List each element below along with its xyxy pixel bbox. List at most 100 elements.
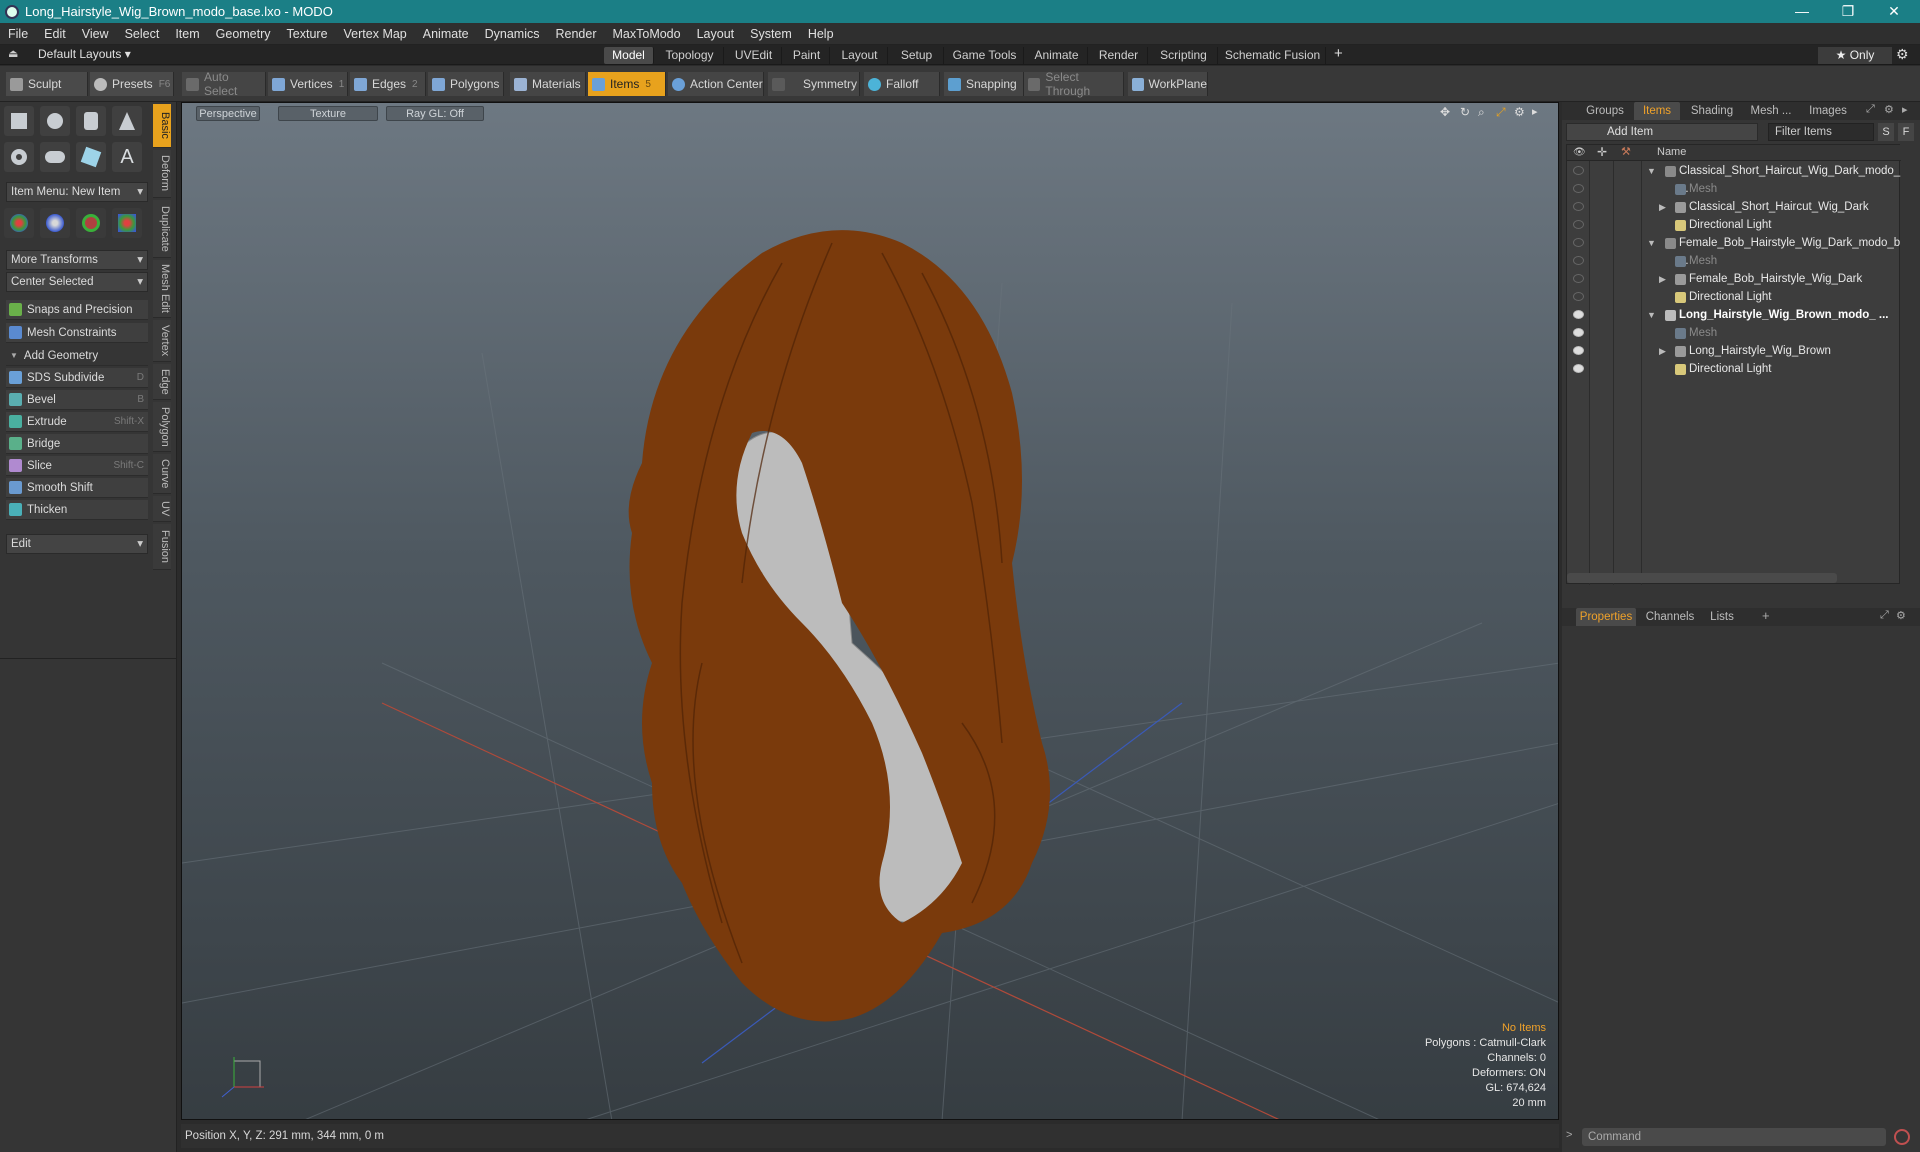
- list-item[interactable]: Directional Light: [1567, 288, 1901, 306]
- fit-icon[interactable]: ⤢: [1496, 105, 1506, 120]
- torus-primitive-icon[interactable]: [4, 142, 34, 172]
- item-menu-dropdown[interactable]: Item Menu: New Item: [6, 182, 148, 202]
- smooth-shift-button[interactable]: Smooth Shift: [6, 478, 148, 498]
- action-center-button[interactable]: Action Center: [668, 72, 764, 96]
- tab-schematic-fusion[interactable]: Schematic Fusion: [1220, 47, 1326, 64]
- eye-icon[interactable]: [1573, 310, 1584, 319]
- texture-button[interactable]: Texture: [278, 106, 378, 121]
- pan-icon[interactable]: ✥: [1440, 105, 1450, 119]
- snapping-button[interactable]: Snapping: [944, 72, 1024, 96]
- collapsed-triangle-icon[interactable]: ▶: [1659, 198, 1666, 216]
- filter-f-button[interactable]: F: [1898, 123, 1914, 141]
- vtab-mesh-edit[interactable]: Mesh Edit: [153, 260, 171, 318]
- collapsed-triangle-icon[interactable]: ▶: [1659, 342, 1666, 360]
- filter-s-button[interactable]: S: [1878, 123, 1894, 141]
- polygons-button[interactable]: Polygons: [428, 72, 504, 96]
- expand-triangle-icon[interactable]: ▼: [1647, 162, 1656, 180]
- snaps-precision-button[interactable]: Snaps and Precision: [6, 300, 148, 320]
- add-geometry-header[interactable]: ▼ Add Geometry: [6, 346, 148, 366]
- auto-select-button[interactable]: Auto Select: [182, 70, 266, 98]
- expand-triangle-icon[interactable]: ▼: [1647, 306, 1656, 324]
- center-selected-dropdown[interactable]: Center Selected: [6, 272, 148, 292]
- menu-edit[interactable]: Edit: [36, 27, 74, 41]
- more-transforms-dropdown[interactable]: More Transforms: [6, 250, 148, 270]
- tab-shading[interactable]: Shading: [1684, 102, 1740, 120]
- scale-tool-icon[interactable]: [112, 208, 142, 238]
- record-icon[interactable]: [1894, 1129, 1910, 1145]
- panel-expand-icon[interactable]: ⤢: [1866, 103, 1875, 116]
- sphere-primitive-icon[interactable]: [40, 106, 70, 136]
- menu-texture[interactable]: Texture: [279, 27, 336, 41]
- maximize-button[interactable]: ❐: [1826, 0, 1870, 23]
- menu-view[interactable]: View: [74, 27, 117, 41]
- viewport-settings-icon[interactable]: ⚙: [1514, 105, 1525, 119]
- add-item-dropdown[interactable]: Add Item: [1566, 123, 1758, 141]
- orbit-icon[interactable]: ↻: [1460, 105, 1470, 119]
- vtab-vertex[interactable]: Vertex: [153, 320, 171, 362]
- capsule-primitive-icon[interactable]: [40, 142, 70, 172]
- symmetry-button[interactable]: Symmetry: [768, 72, 860, 96]
- menu-system[interactable]: System: [742, 27, 800, 41]
- props-gear-icon[interactable]: ⚙: [1896, 609, 1906, 622]
- only-button[interactable]: ★ Only: [1818, 47, 1892, 64]
- rotate-tool-icon[interactable]: [76, 208, 106, 238]
- eye-icon[interactable]: [1573, 184, 1584, 193]
- command-input[interactable]: Command: [1582, 1128, 1886, 1146]
- menu-geometry[interactable]: Geometry: [208, 27, 279, 41]
- list-item[interactable]: ▶ Classical_Short_Haircut_Wig_Dark: [1567, 198, 1901, 216]
- tab-animate[interactable]: Animate: [1026, 47, 1088, 64]
- vtab-edge[interactable]: Edge: [153, 364, 171, 400]
- thicken-button[interactable]: Thicken: [6, 500, 148, 520]
- menu-vertex-map[interactable]: Vertex Map: [336, 27, 415, 41]
- eye-icon[interactable]: [1573, 346, 1584, 355]
- menu-dynamics[interactable]: Dynamics: [477, 27, 548, 41]
- eye-icon[interactable]: [1573, 202, 1584, 211]
- props-expand-icon[interactable]: ⤢: [1880, 609, 1889, 622]
- text-tool-icon[interactable]: A: [112, 142, 142, 172]
- list-item[interactable]: Mesh: [1567, 252, 1901, 270]
- panel-gear-icon[interactable]: ⚙: [1884, 103, 1894, 116]
- tab-channels[interactable]: Channels: [1642, 608, 1698, 626]
- sds-subdivide-button[interactable]: SDS Subdivide D: [6, 368, 148, 388]
- move-tool-icon[interactable]: [4, 208, 34, 238]
- menu-select[interactable]: Select: [117, 27, 168, 41]
- tab-render[interactable]: Render: [1090, 47, 1148, 64]
- horizontal-scrollbar[interactable]: [1567, 573, 1837, 583]
- items-button[interactable]: Items 5: [588, 72, 666, 96]
- workplane-button[interactable]: WorkPlane: [1128, 72, 1208, 96]
- cylinder-primitive-icon[interactable]: [76, 106, 106, 136]
- tab-uvedit[interactable]: UVEdit: [726, 47, 782, 64]
- list-item[interactable]: Mesh: [1567, 324, 1901, 342]
- collapsed-triangle-icon[interactable]: ▶: [1659, 270, 1666, 288]
- eye-icon[interactable]: [1573, 238, 1584, 247]
- close-button[interactable]: ✕: [1872, 0, 1916, 23]
- eye-icon[interactable]: [1573, 274, 1584, 283]
- vtab-curve[interactable]: Curve: [153, 454, 171, 494]
- minimize-button[interactable]: —: [1780, 0, 1824, 23]
- tab-game-tools[interactable]: Game Tools: [946, 47, 1024, 64]
- tab-groups[interactable]: Groups: [1580, 102, 1630, 120]
- panel-menu-icon[interactable]: ▸: [1902, 103, 1908, 116]
- expand-triangle-icon[interactable]: ▼: [1647, 234, 1656, 252]
- eye-icon[interactable]: [1573, 256, 1584, 265]
- tab-layout[interactable]: Layout: [832, 47, 888, 64]
- edges-button[interactable]: Edges 2: [350, 72, 426, 96]
- cube-primitive-icon[interactable]: [4, 106, 34, 136]
- list-item[interactable]: ▼ Classical_Short_Haircut_Wig_Dark_modo_…: [1567, 162, 1901, 195]
- list-item[interactable]: ▼ Long_Hairstyle_Wig_Brown_modo_ ...: [1567, 306, 1901, 324]
- list-item[interactable]: Directional Light: [1567, 216, 1901, 234]
- materials-button[interactable]: Materials: [510, 72, 586, 96]
- menu-item[interactable]: Item: [167, 27, 207, 41]
- vtab-basic[interactable]: Basic: [153, 104, 171, 148]
- sculpt-button[interactable]: Sculpt: [6, 72, 88, 96]
- vtab-fusion[interactable]: Fusion: [153, 524, 171, 570]
- mesh-constraints-button[interactable]: Mesh Constraints: [6, 323, 148, 343]
- tab-items[interactable]: Items: [1634, 102, 1680, 120]
- menu-render[interactable]: Render: [548, 27, 605, 41]
- transform-tool-icon[interactable]: [40, 208, 70, 238]
- slice-button[interactable]: Slice Shift-C: [6, 456, 148, 476]
- tab-lists[interactable]: Lists: [1702, 608, 1742, 626]
- perspective-button[interactable]: Perspective: [196, 106, 260, 121]
- list-item[interactable]: Mesh: [1567, 180, 1901, 198]
- menu-help[interactable]: Help: [800, 27, 842, 41]
